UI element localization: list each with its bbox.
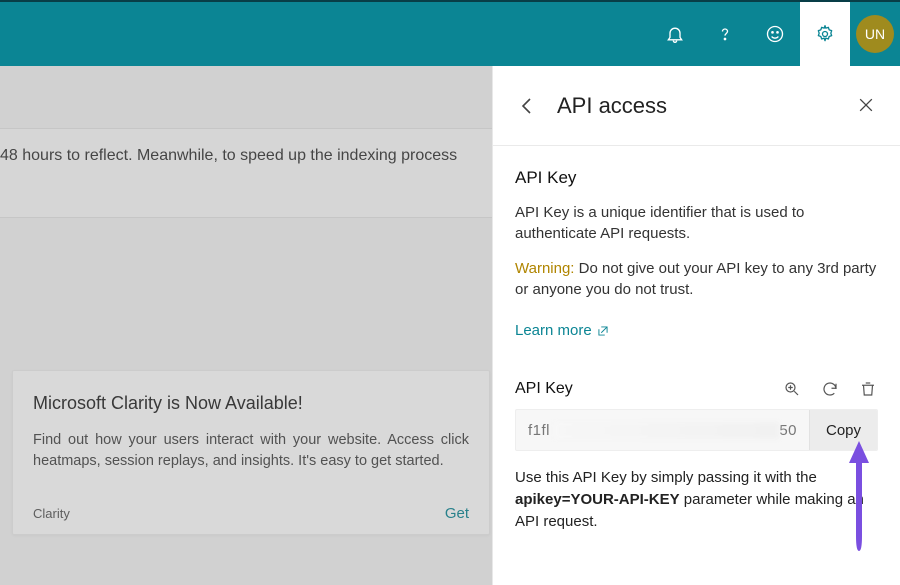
promo-card-action[interactable]: Get [445, 505, 469, 522]
key-prefix: f1fl [528, 422, 550, 439]
notifications-button[interactable] [650, 2, 700, 66]
key-suffix: 50 [779, 422, 797, 439]
external-link-icon [596, 324, 610, 338]
promo-card-body: Find out how your users interact with yo… [33, 430, 469, 472]
avatar-initials: UN [856, 15, 894, 53]
info-strip-text: 48 hours to reflect. Meanwhile, to speed… [0, 147, 457, 164]
back-button[interactable] [515, 94, 539, 118]
feedback-button[interactable] [750, 2, 800, 66]
usage-prefix: Use this API Key by simply passing it wi… [515, 469, 817, 486]
help-button[interactable] [700, 2, 750, 66]
user-avatar[interactable]: UN [850, 2, 900, 66]
refresh-icon[interactable] [820, 379, 840, 399]
copy-button[interactable]: Copy [809, 410, 877, 450]
panel-body: API Key API Key is a unique identifier t… [493, 146, 900, 532]
warning-label: Warning: [515, 260, 574, 277]
key-blur-mask [554, 422, 779, 439]
usage-note: Use this API Key by simply passing it wi… [515, 467, 878, 532]
promo-card: Microsoft Clarity is Now Available! Find… [12, 370, 490, 535]
key-label-row: API Key [515, 379, 878, 399]
delete-icon[interactable] [858, 379, 878, 399]
section-heading: API Key [515, 168, 878, 188]
api-key-description: API Key is a unique identifier that is u… [515, 202, 878, 244]
api-key-field: f1fl 50 Copy [515, 409, 878, 451]
promo-card-title: Microsoft Clarity is Now Available! [33, 393, 469, 414]
api-key-value: f1fl 50 [516, 422, 809, 439]
api-access-panel: API access API Key API Key is a unique i… [492, 66, 900, 585]
close-button[interactable] [856, 95, 878, 117]
panel-header: API access [493, 66, 900, 146]
usage-param: apikey=YOUR-API-KEY [515, 491, 680, 508]
learn-more-link[interactable]: Learn more [515, 322, 610, 339]
topbar: UN [0, 0, 900, 66]
settings-button[interactable] [800, 2, 850, 66]
key-label: API Key [515, 380, 573, 398]
zoom-icon[interactable] [782, 379, 802, 399]
api-key-warning: Warning: Do not give out your API key to… [515, 258, 878, 300]
promo-card-source: Clarity [33, 506, 70, 521]
key-tools [782, 379, 878, 399]
panel-title: API access [557, 93, 838, 119]
learn-more-text: Learn more [515, 322, 592, 339]
